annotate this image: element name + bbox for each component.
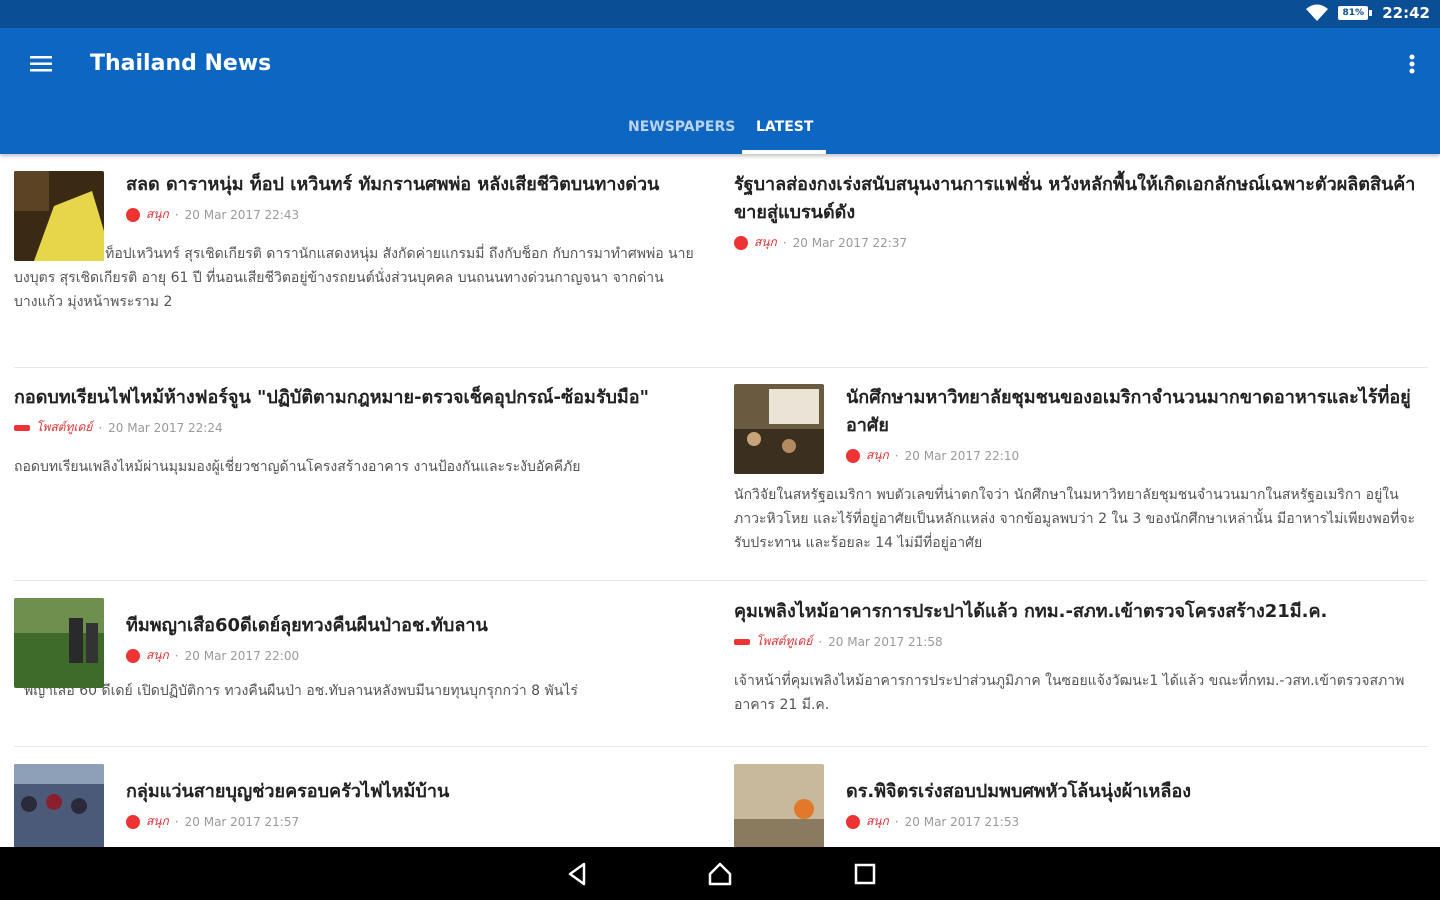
article-headline: กอดบทเรียนไฟไหม้ห้างฟอร์จูน "ปฏิบัติตามก…	[14, 387, 649, 408]
overflow-menu-button[interactable]	[1404, 50, 1420, 80]
article-meta: โพสต์ทูเดย์ · 20 Mar 2017 22:24	[14, 418, 704, 437]
source-logo-icon	[126, 814, 140, 829]
article-thumbnail	[14, 598, 104, 688]
status-icons: 81% 22:42	[1306, 4, 1430, 22]
tab-bar: NEWSPAPERS LATEST	[0, 110, 1440, 154]
source-logo-icon	[846, 448, 860, 463]
article-headline: สลด ดาราหนุ่ม ท็อป เหวินทร์ ทัมกรานศพพ่อ…	[126, 174, 660, 195]
article-summary: นักวิจัยในสหรัฐอเมริกา พบตัวเลขที่น่าตกใ…	[734, 487, 1416, 551]
article-source: โพสต์ทูเดย์	[756, 634, 813, 648]
article-meta: โพสต์ทูเดย์ · 20 Mar 2017 21:58	[734, 632, 1424, 651]
app-bar: Thailand News NEWSPAPERS LATEST	[0, 28, 1440, 154]
article-card[interactable]: รัฐบาลส่องกงเร่งสนับสนุนงานการแฟชั่น หวั…	[734, 171, 1424, 252]
article-meta: สนุก · 20 Mar 2017 21:57	[126, 812, 704, 831]
article-headline: รัฐบาลส่องกงเร่งสนับสนุนงานการแฟชั่น หวั…	[734, 174, 1416, 223]
article-card[interactable]: นักศึกษามหาวิทยาลัยชุมชนของอเมริกาจำนวนม…	[734, 384, 1424, 555]
battery-icon: 81%	[1338, 6, 1373, 20]
article-summary: นายเหวิน หรือ ท็อปเหวินทร์ สุรเชิดเกียรต…	[14, 246, 694, 310]
article-summary: เจ้าหน้าที่คุมเพลิงไหม้อาคารการประปาส่วน…	[734, 673, 1405, 713]
article-card[interactable]: กอดบทเรียนไฟไหม้ห้างฟอร์จูน "ปฏิบัติตามก…	[14, 384, 704, 479]
article-source: สนุก	[146, 814, 169, 828]
system-nav-bar	[0, 847, 1440, 900]
article-source: สนุก	[866, 814, 889, 828]
article-time: 20 Mar 2017 21:53	[904, 814, 1020, 829]
news-feed[interactable]: สลด ดาราหนุ่ม ท็อป เหวินทร์ ทัมกรานศพพ่อ…	[0, 154, 1440, 847]
article-summary: ถอดบทเรียนเพลิงไหม้ผ่านมุมมองผู้เชี่ยวชา…	[14, 459, 581, 475]
source-logo-icon	[14, 424, 30, 431]
article-card[interactable]: กลุ่มแว่นสายบุญช่วยครอบครัวไฟไหม้บ้าน สน…	[14, 764, 704, 847]
article-meta: สนุก · 20 Mar 2017 22:43	[126, 205, 704, 224]
clock: 22:42	[1382, 4, 1430, 22]
article-time: 20 Mar 2017 21:57	[184, 814, 300, 829]
status-bar: 81% 22:42	[0, 0, 1440, 28]
article-thumbnail	[14, 171, 104, 261]
article-time: 20 Mar 2017 22:00	[184, 648, 300, 663]
article-thumbnail	[734, 384, 824, 474]
source-logo-icon	[734, 638, 750, 645]
article-thumbnail	[14, 764, 104, 847]
recents-icon	[854, 863, 876, 885]
article-card[interactable]: สลด ดาราหนุ่ม ท็อป เหวินทร์ ทัมกรานศพพ่อ…	[14, 171, 704, 314]
wifi-icon	[1306, 4, 1329, 21]
back-icon	[568, 862, 586, 886]
hamburger-menu-icon	[30, 56, 52, 72]
article-source: สนุก	[146, 648, 169, 662]
article-source: สนุก	[754, 235, 777, 249]
source-logo-icon	[734, 235, 748, 250]
source-logo-icon	[126, 207, 140, 222]
article-meta: สนุก · 20 Mar 2017 22:37	[734, 233, 1424, 252]
article-source: สนุก	[146, 207, 169, 221]
divider	[14, 746, 1428, 747]
source-logo-icon	[846, 814, 860, 829]
article-time: 20 Mar 2017 22:24	[108, 420, 223, 435]
more-vert-icon	[1409, 54, 1415, 74]
article-time: 20 Mar 2017 22:37	[792, 235, 908, 250]
app-title: Thailand News	[90, 51, 272, 76]
battery-level: 81%	[1338, 6, 1369, 20]
article-source: สนุก	[866, 448, 889, 462]
article-thumbnail	[734, 764, 824, 847]
article-headline: ดร.พิจิตรเร่งสอบปมพบศพหัวโล้นนุ่งผ้าเหลื…	[846, 781, 1192, 802]
article-time: 20 Mar 2017 22:43	[184, 207, 300, 222]
tab-newspapers[interactable]: NEWSPAPERS	[614, 110, 742, 154]
article-card[interactable]: คุมเพลิงไหม้อาคารการประปาได้แล้ว กทม.-สภ…	[734, 598, 1424, 717]
article-card[interactable]: ดร.พิจิตรเร่งสอบปมพบศพหัวโล้นนุ่งผ้าเหลื…	[734, 764, 1424, 847]
article-summary: พญาเสือ 60 ดีเดย์ เปิดปฏิบัติการ ทวงคืนผ…	[24, 683, 578, 699]
article-headline: ทีมพญาเสือ60ดีเดย์ลุยทวงคืนผืนป่าอช.ทับล…	[126, 615, 488, 636]
article-headline: กลุ่มแว่นสายบุญช่วยครอบครัวไฟไหม้บ้าน	[126, 781, 450, 802]
home-button[interactable]	[707, 861, 733, 887]
article-meta: สนุก · 20 Mar 2017 22:10	[846, 446, 1424, 465]
article-meta: สนุก · 20 Mar 2017 21:53	[846, 812, 1424, 831]
article-headline: นักศึกษามหาวิทยาลัยชุมชนของอเมริกาจำนวนม…	[846, 387, 1411, 436]
source-logo-icon	[126, 648, 140, 663]
recents-button[interactable]	[852, 861, 878, 887]
article-headline: คุมเพลิงไหม้อาคารการประปาได้แล้ว กทม.-สภ…	[734, 601, 1328, 622]
back-button[interactable]	[564, 861, 590, 887]
tab-latest[interactable]: LATEST	[742, 110, 826, 154]
divider	[14, 580, 1428, 581]
article-time: 20 Mar 2017 22:10	[904, 448, 1020, 463]
divider	[14, 367, 1428, 368]
article-meta: สนุก · 20 Mar 2017 22:00	[126, 646, 704, 665]
article-time: 20 Mar 2017 21:58	[828, 634, 943, 649]
article-source: โพสต์ทูเดย์	[36, 420, 93, 434]
article-card[interactable]: ทีมพญาเสือ60ดีเดย์ลุยทวงคืนผืนป่าอช.ทับล…	[14, 598, 704, 703]
menu-button[interactable]	[22, 50, 60, 78]
home-icon	[708, 862, 732, 886]
